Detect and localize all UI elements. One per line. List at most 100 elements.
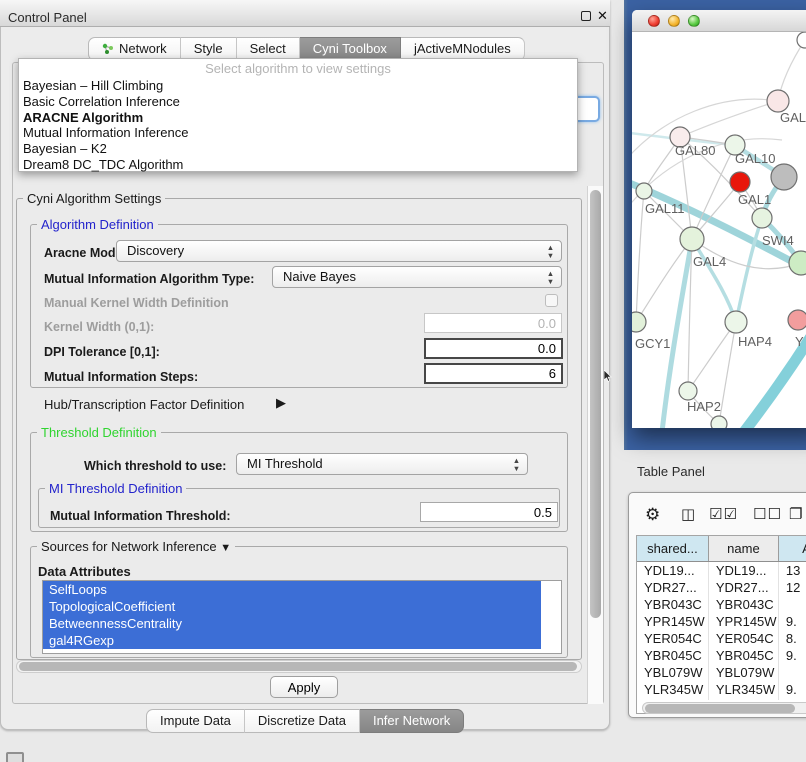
network-node-gal[interactable]	[767, 90, 789, 112]
apply-button[interactable]: Apply	[270, 676, 338, 698]
algorithm-dropdown-items: Bayesian – Hill ClimbingBasic Correlatio…	[19, 78, 577, 173]
network-node-gal11[interactable]	[636, 183, 652, 199]
screen: Control Panel ✕ NetworkStyleSelectCyni T…	[0, 0, 806, 762]
settings-vscrollbar[interactable]	[587, 186, 603, 704]
table-cell: YPR145W	[637, 613, 709, 630]
network-node-hap2[interactable]	[679, 382, 697, 400]
select-rows-icon[interactable]: ☑☑	[709, 505, 738, 523]
float-icon[interactable]	[581, 11, 591, 21]
tab-label: Style	[194, 41, 223, 56]
table-cell: YDR27...	[637, 579, 709, 596]
column-header-shared[interactable]: shared...	[637, 536, 709, 561]
mi-type-value: Naive Bayes	[283, 269, 356, 284]
network-node[interactable]	[797, 32, 806, 48]
network-node[interactable]	[771, 164, 797, 190]
table-cell	[779, 596, 806, 613]
mi-type-select[interactable]: Naive Bayes ▲▼	[272, 266, 562, 288]
table-cell: 12	[779, 579, 806, 596]
algorithm-option-bayesian-k2[interactable]: Bayesian – K2	[19, 141, 577, 157]
network-node-gcy1[interactable]	[632, 312, 646, 332]
settings-vscrollbar-thumb[interactable]	[590, 190, 601, 618]
zoom-button[interactable]	[688, 15, 700, 27]
chevron-down-icon[interactable]: ▼	[220, 542, 231, 554]
network-node-label: GAL80	[675, 143, 715, 158]
dpi-tolerance-label: DPI Tolerance [0,1]:	[44, 345, 160, 359]
network-node-label: SWI4	[762, 233, 794, 248]
table-row[interactable]: YBR045CYBR045C9.	[637, 647, 806, 664]
table-row[interactable]: YPR145WYPR145W9.	[637, 613, 806, 630]
table-cell: YER054C	[709, 630, 779, 647]
network-node[interactable]	[730, 172, 750, 192]
control-panel-titlebar[interactable]	[0, 0, 610, 27]
network-node-gal1[interactable]	[752, 208, 772, 228]
mi-threshold-label: Mutual Information Threshold:	[50, 509, 231, 523]
dpi-tolerance-field[interactable]	[424, 338, 563, 359]
tab-label: jActiveMNodules	[414, 41, 511, 56]
table-cell	[779, 664, 806, 681]
settings-hscrollbar[interactable]	[16, 660, 582, 673]
columns-icon[interactable]: ◫	[681, 505, 696, 523]
stepper-icon: ▲▼	[511, 457, 522, 472]
table-row[interactable]: YDR27...YDR27...12	[637, 579, 806, 596]
tab-discretize-data[interactable]: Discretize Data	[245, 709, 360, 733]
table-cell: YIL052C	[709, 698, 779, 700]
tab-label: Impute Data	[160, 713, 231, 728]
node-table: shared...nameA YDL19...YDL19...13YDR27..…	[636, 535, 806, 714]
attribute-item-selfloops[interactable]: SelfLoops	[43, 581, 541, 598]
tab-impute-data[interactable]: Impute Data	[146, 709, 245, 733]
algorithm-option-basic-correlation-inference[interactable]: Basic Correlation Inference	[19, 94, 577, 110]
table-row[interactable]: YDL19...YDL19...13	[637, 562, 806, 579]
control-panel-title: Control Panel	[8, 10, 87, 25]
table-row[interactable]: YBL079WYBL079W	[637, 664, 806, 681]
which-threshold-select[interactable]: MI Threshold ▲▼	[236, 453, 528, 475]
table-cell: YIL052C	[637, 698, 709, 700]
close-button[interactable]	[648, 15, 660, 27]
mi-steps-field[interactable]	[424, 363, 563, 384]
network-view-window: GALGAL80GAL10GAL11GAL1SWI4GAL4GCY1HAP4YH…	[632, 10, 806, 428]
table-hscrollbar-thumb[interactable]	[645, 704, 795, 713]
settings-hscrollbar-thumb[interactable]	[19, 662, 577, 671]
minimized-window-icon[interactable]	[6, 752, 24, 762]
table-cell: YBR043C	[637, 596, 709, 613]
algorithm-option-mutual-information-inference[interactable]: Mutual Information Inference	[19, 125, 577, 141]
table-row[interactable]: YLR345WYLR345W9.	[637, 681, 806, 698]
table-panel-window: ⚙ ◫ ☑☑ ☐☐ ❐ shared...nameA YDL19...YDL19...1…	[628, 492, 806, 718]
algorithm-option-bayesian-hill-climbing[interactable]: Bayesian – Hill Climbing	[19, 78, 577, 94]
table-cell: YER054C	[637, 630, 709, 647]
algorithm-option-dream8-dc-tdc-algorithm[interactable]: Dream8 DC_TDC Algorithm	[19, 157, 577, 173]
gear-icon[interactable]: ⚙	[645, 505, 661, 525]
minimize-button[interactable]	[668, 15, 680, 27]
tab-infer-network[interactable]: Infer Network	[360, 709, 464, 733]
close-icon[interactable]: ✕	[597, 8, 608, 24]
deselect-rows-icon[interactable]: ☐☐	[753, 505, 782, 523]
mouse-cursor	[604, 370, 614, 383]
table-row[interactable]: YER054CYER054C8.	[637, 630, 806, 647]
table-cell: YDL19...	[637, 562, 709, 579]
mi-threshold-field[interactable]	[420, 502, 558, 522]
algorithm-option-aracne-algorithm[interactable]: ARACNE Algorithm	[19, 110, 577, 126]
attribute-item-topologicalcoefficient[interactable]: TopologicalCoefficient	[43, 598, 541, 615]
network-node[interactable]	[711, 416, 727, 428]
network-node-hap4[interactable]	[725, 311, 747, 333]
hub-section-label[interactable]: Hub/Transcription Factor Definition	[44, 397, 244, 412]
network-node-gal4[interactable]	[680, 227, 704, 251]
column-header-a[interactable]: A	[779, 536, 806, 561]
table-hscrollbar[interactable]	[642, 702, 806, 714]
attribute-item-gal4rgexp[interactable]: gal4RGexp	[43, 632, 541, 649]
cyni-settings-group-title: Cyni Algorithm Settings	[23, 191, 165, 206]
network-canvas[interactable]: GALGAL80GAL10GAL11GAL1SWI4GAL4GCY1HAP4YH…	[632, 32, 806, 428]
algorithm-dropdown: Select algorithm to view settings Bayesi…	[18, 58, 578, 172]
threshold-definition-title: Threshold Definition	[37, 425, 161, 440]
network-node-y[interactable]	[788, 310, 806, 330]
kernel-width-field[interactable]	[424, 313, 562, 333]
table-row[interactable]: YBR043CYBR043C	[637, 596, 806, 613]
table-row[interactable]: YIL052CYIL052C9.	[637, 698, 806, 700]
attribute-item-betweennesscentrality[interactable]: BetweennessCentrality	[43, 615, 541, 632]
manual-kernel-checkbox[interactable]	[545, 294, 558, 307]
export-table-icon[interactable]: ❐	[789, 505, 803, 523]
table-cell: YLR345W	[637, 681, 709, 698]
column-header-name[interactable]: name	[709, 536, 779, 561]
chevron-right-icon[interactable]: ▶	[276, 395, 286, 411]
network-node-swi4[interactable]	[789, 251, 806, 275]
aracne-mode-select[interactable]: Discovery ▲▼	[116, 240, 562, 262]
